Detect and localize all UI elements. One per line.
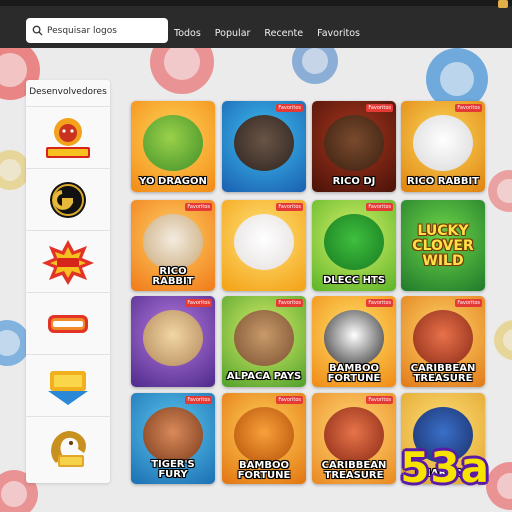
pirate-art-icon [413, 310, 473, 366]
favorite-badge: Favoritos [366, 396, 393, 404]
game-tile[interactable]: Favoritos RICO RABBIT [131, 200, 215, 291]
tab-recente[interactable]: Recente [264, 28, 303, 39]
game-title: CARIBBEAN TREASURE [321, 460, 387, 481]
favorite-badge: Favoritos [366, 203, 393, 211]
game-tile[interactable]: Favoritos TIGER'S FURY [131, 393, 215, 484]
tab-todos[interactable]: Todos [174, 28, 201, 39]
jdb-dragon-logo-icon [51, 430, 87, 467]
game-title: BAMBOO FORTUNE [327, 363, 381, 384]
favorite-badge: Favoritos [455, 299, 482, 307]
llama-art-icon [143, 310, 203, 366]
tada-logo-icon [48, 314, 88, 333]
sidebar-title: Desenvolvedores [29, 87, 107, 97]
game-title: YO DRAGON [139, 176, 207, 187]
rabbit-art-icon [413, 115, 473, 171]
search-icon [32, 25, 43, 36]
game-title: RICO DJ [332, 176, 376, 187]
game-tile[interactable]: Favoritos CARIBBEAN TREASURE [401, 296, 485, 387]
tiger-art-icon [234, 407, 294, 463]
pirate-art-icon [143, 407, 203, 463]
search-box[interactable] [26, 18, 168, 43]
provider-tada[interactable] [26, 230, 110, 292]
developers-sidebar: Desenvolvedores [26, 80, 110, 483]
favorite-badge: Favoritos [276, 203, 303, 211]
provider-jdb[interactable] [26, 416, 110, 478]
gorilla-art-icon [324, 115, 384, 171]
game-tile[interactable]: Favoritos BAMBOO FORTUNE [222, 393, 306, 484]
game-tile[interactable]: Favoritos RICO RABBIT [401, 101, 485, 192]
tab-popular[interactable]: Popular [215, 28, 251, 39]
game-tile[interactable]: Favoritos [222, 200, 306, 291]
game-title: RICO RABBIT [407, 176, 479, 187]
favorite-badge: Favoritos [185, 299, 212, 307]
game-tile[interactable]: Favoritos CARIBBEAN TREASURE [312, 393, 396, 484]
rabbit-art-icon [143, 214, 203, 270]
nav-tabs: Todos Popular Recente Favoritos [174, 28, 374, 39]
top-bar: Todos Popular Recente Favoritos [0, 0, 512, 48]
provider-tada[interactable] [26, 292, 110, 354]
g759-logo-icon [50, 181, 86, 218]
popok-logo-icon [46, 117, 90, 158]
background-chip [494, 320, 512, 360]
game-title: LUCKY CLOVER WILD [412, 223, 474, 269]
alpaca-art-icon [234, 310, 294, 366]
favorite-badge: Favoritos [455, 104, 482, 112]
game-tile[interactable]: Favoritos [222, 101, 306, 192]
game-title: RICO RABBIT [152, 266, 194, 287]
game-tile[interactable]: LUCKY CLOVER WILD [401, 200, 485, 291]
jdb-logo-icon [48, 370, 88, 405]
game-tile[interactable]: Favoritos [131, 296, 215, 387]
game-tile[interactable]: Favoritos ALPACA PAYS [222, 296, 306, 387]
window-corner-icon [498, 0, 508, 8]
tada-burst-logo-icon [42, 239, 94, 285]
watermark-logo: 53a [400, 443, 490, 492]
favorite-badge: Favoritos [185, 396, 212, 404]
favorite-badge: Favoritos [276, 299, 303, 307]
provider-popok[interactable] [26, 106, 110, 168]
gorilla-art-icon [234, 115, 294, 171]
game-title: BAMBOO FORTUNE [237, 460, 291, 481]
game-title: DLECC HTS [322, 275, 386, 286]
game-tile[interactable]: Favoritos DLECC HTS [312, 200, 396, 291]
clover-art-icon [324, 214, 384, 270]
dragon-art-icon [143, 115, 203, 171]
game-title: TIGER'S FURY [151, 459, 195, 480]
game-title: ALPACA PAYS [226, 371, 302, 382]
panda-art-icon [324, 310, 384, 366]
search-input[interactable] [47, 25, 167, 36]
favorite-badge: Favoritos [366, 104, 393, 112]
game-tile[interactable]: Favoritos RICO DJ [312, 101, 396, 192]
provider-g759[interactable] [26, 168, 110, 230]
game-tile[interactable]: YO DRAGON [131, 101, 215, 192]
favorite-badge: Favoritos [276, 104, 303, 112]
favorite-badge: Favoritos [276, 396, 303, 404]
game-tile[interactable]: Favoritos BAMBOO FORTUNE [312, 296, 396, 387]
favorite-badge: Favoritos [366, 299, 393, 307]
game-title: CARIBBEAN TREASURE [410, 363, 476, 384]
pirate-art-icon [324, 407, 384, 463]
rabbit-art-icon [234, 214, 294, 270]
provider-jdb[interactable] [26, 354, 110, 416]
background-chip [488, 170, 512, 212]
favorite-badge: Favoritos [185, 203, 212, 211]
tab-favoritos[interactable]: Favoritos [317, 28, 360, 39]
